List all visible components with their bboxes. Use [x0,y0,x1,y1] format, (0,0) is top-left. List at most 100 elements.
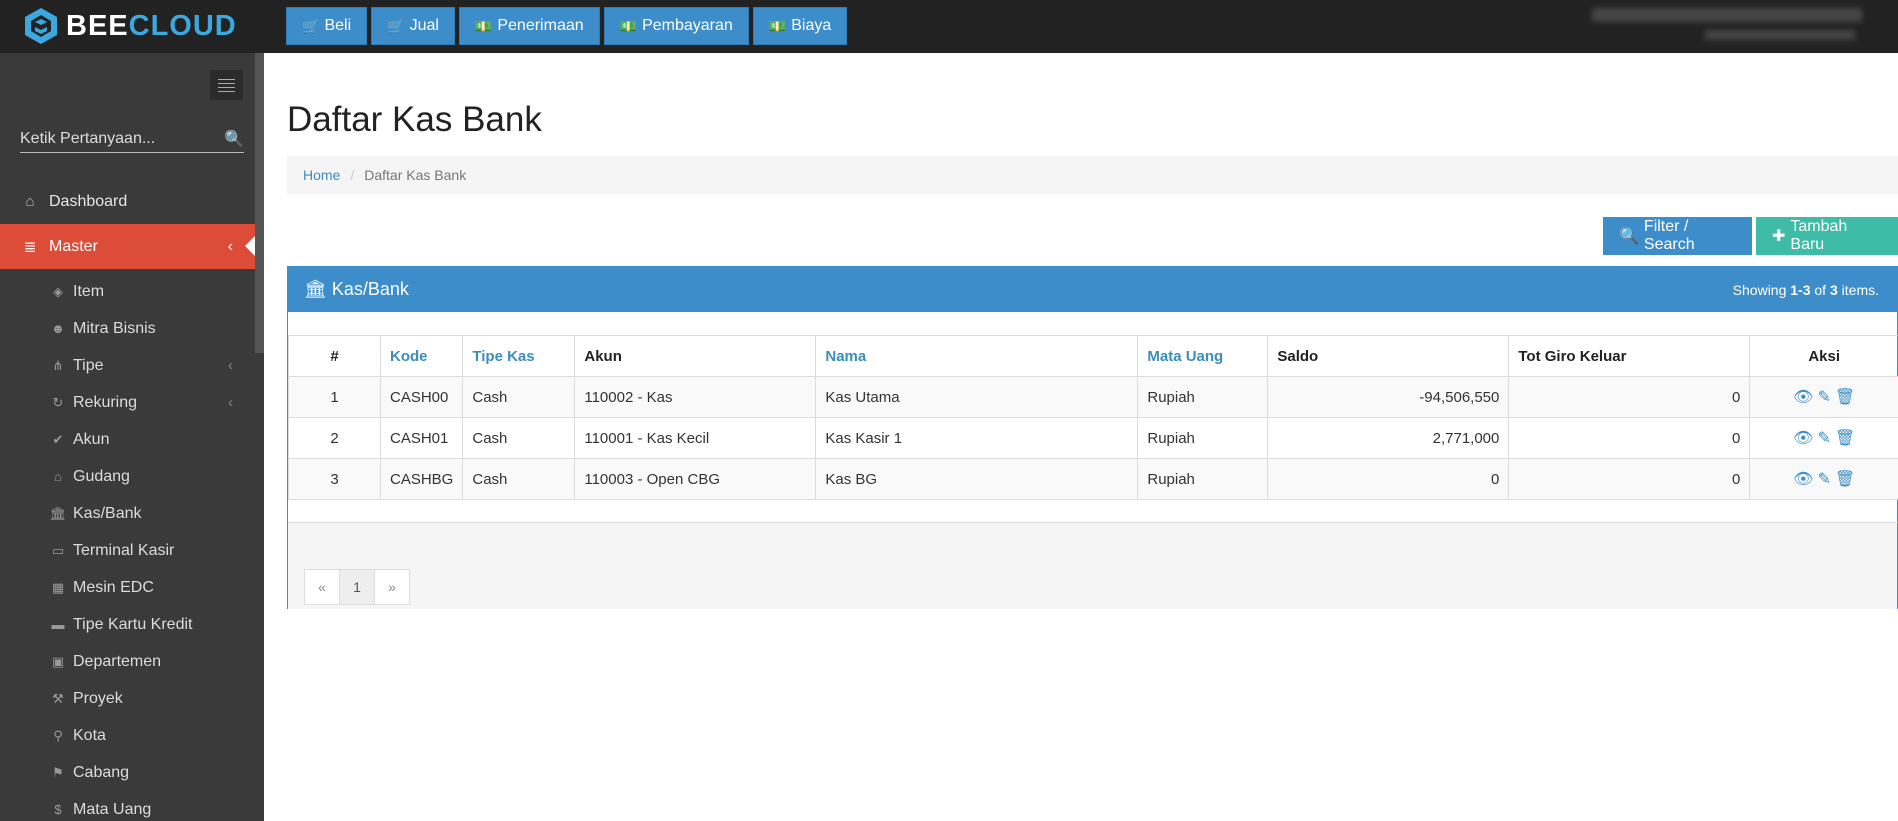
trash-icon[interactable]: 🗑 [1835,469,1855,489]
sidebar-toggle-button[interactable] [210,70,243,100]
cell-nama: Kas BG [815,458,1139,500]
cell-mata-uang: Rupiah [1137,417,1269,459]
col-header-mata-uang[interactable]: Mata Uang [1137,335,1269,377]
sidebar-menu: ⌂ Dashboard ≣ Master ‹ ◈ Item ☻ Mitra Bisn… [0,179,255,821]
sidebar-item-item[interactable]: ◈ Item [0,273,255,310]
sidebar-item-proyek[interactable]: ⚒ Proyek [0,680,255,717]
panel-title: 🏛 Kas/Bank [304,279,409,299]
map-marker-icon: ⚲ [53,727,63,743]
flag-icon: ⚑ [52,764,64,780]
nav-beli-button[interactable]: 🛒 Beli [286,7,368,45]
edit-icon[interactable]: ✎ [1817,428,1830,448]
credit-card-icon: ▬ [51,617,65,632]
cell-no: 2 [288,417,381,459]
kas-bank-panel: 🏛 Kas/Bank Showing 1-3 of 3 items. # Kod… [287,266,1898,609]
sidebar-item-mata-uang[interactable]: $ Mata Uang [0,791,255,821]
cell-aksi: 👁 ✎ 🗑 [1749,376,1898,418]
sidebar-item-gudang[interactable]: ⌂ Gudang [0,458,255,495]
panel-header: 🏛 Kas/Bank Showing 1-3 of 3 items. [288,267,1897,312]
cell-kode: CASHBG [379,458,464,500]
table-spacer [288,499,1898,523]
sidebar-item-departemen[interactable]: ▣ Departemen [0,643,255,680]
top-nav: 🛒 Beli 🛒 Jual 💵 Penerimaan 💵 Pembayaran 💵 Bia… [286,7,848,45]
cell-no: 3 [288,458,381,500]
trash-icon[interactable]: 🗑 [1835,387,1855,407]
cell-akun: 110001 - Kas Kecil [574,417,817,459]
nav-penerimaan-button[interactable]: 💵 Penerimaan [458,7,600,45]
sidebar-item-tipe[interactable]: ⋔ Tipe ‹ [0,347,255,384]
filter-search-button[interactable]: 🔍 Filter / Search [1603,217,1752,255]
sidebar-item-akun[interactable]: ✔ Akun [0,421,255,458]
edit-icon[interactable]: ✎ [1817,469,1830,489]
pagination-next[interactable]: » [374,569,410,605]
view-icon[interactable]: 👁 [1793,387,1813,407]
col-header-nama[interactable]: Nama [815,335,1139,377]
cell-akun: 110002 - Kas [574,376,817,418]
chevron-left-icon: ‹ [228,357,233,374]
desktop-icon: ▭ [51,542,65,558]
sidebar-item-terminal-kasir[interactable]: ▭ Terminal Kasir [0,532,255,569]
user-info-blurred[interactable] [1592,8,1862,22]
sidebar-item-rekuring[interactable]: ↻ Rekuring ‹ [0,384,255,421]
nav-pembayaran-button[interactable]: 💵 Pembayaran [603,7,749,45]
nav-biaya-button[interactable]: 💵 Biaya [752,7,848,45]
chevron-left-icon: ‹ [228,394,233,411]
sidebar-item-mesin-edc[interactable]: ▦ Mesin EDC [0,569,255,606]
edit-icon[interactable]: ✎ [1817,387,1830,407]
cell-tot-giro-keluar: 0 [1508,417,1751,459]
kas-bank-table: # Kode Tipe Kas Akun Nama Mata Uang Sald… [288,335,1898,500]
pagination-prev[interactable]: « [304,569,340,605]
panel-footer [288,523,1897,609]
users-icon: ☻ [51,321,65,336]
home-icon: ⌂ [25,193,35,210]
app-logo[interactable]: BEECLOUD [24,6,237,46]
chevron-left-icon: ‹ [227,237,233,255]
page-title: Daftar Kas Bank [287,100,542,139]
breadcrumb-separator: / [350,167,355,183]
breadcrumb: Home / Daftar Kas Bank [287,156,1898,194]
sidebar-item-kota[interactable]: ⚲ Kota [0,717,255,754]
sidebar-item-dashboard[interactable]: ⌂ Dashboard [0,179,255,224]
pagination-page-1[interactable]: 1 [339,569,375,605]
col-header-tipe-kas[interactable]: Tipe Kas [462,335,576,377]
trash-icon[interactable]: 🗑 [1835,428,1855,448]
cube-icon: ◈ [53,283,63,299]
sidebar-item-mitra-bisnis[interactable]: ☻ Mitra Bisnis [0,310,255,347]
table-row: 2 CASH01 Cash 110001 - Kas Kecil Kas Kas… [288,417,1898,459]
cell-kode: CASH00 [379,376,464,418]
sidebar-item-tipe-kartu-kredit[interactable]: ▬ Tipe Kartu Kredit [0,606,255,643]
breadcrumb-home-link[interactable]: Home [303,167,340,183]
nav-jual-button[interactable]: 🛒 Jual [371,7,455,45]
home-icon: ⌂ [54,469,62,484]
money-icon: 💵 [619,17,638,34]
view-icon[interactable]: 👁 [1793,428,1813,448]
sidebar-item-kas-bank[interactable]: 🏛 Kas/Bank [0,495,255,532]
cell-mata-uang: Rupiah [1137,376,1269,418]
cell-tipe-kas: Cash [462,417,576,459]
master-submenu: ◈ Item ☻ Mitra Bisnis ⋔ Tipe ‹ ↻ Rekuring ‹ ✔ A… [0,269,255,821]
sidebar-search-input[interactable] [20,129,210,148]
sidebar-item-cabang[interactable]: ⚑ Cabang [0,754,255,791]
money-icon: 💵 [474,17,493,34]
sitemap-icon: ⋔ [52,357,64,373]
cell-nama: Kas Utama [815,376,1139,418]
cell-nama: Kas Kasir 1 [815,417,1139,459]
plus-icon: ✚ [1772,228,1786,245]
cell-tipe-kas: Cash [462,376,576,418]
col-header-tot-giro-keluar: Tot Giro Keluar [1508,335,1751,377]
cell-no: 1 [288,376,381,418]
breadcrumb-current: Daftar Kas Bank [364,167,467,183]
tambah-baru-button[interactable]: ✚ Tambah Baru [1756,217,1898,255]
clipboard-icon: ▣ [51,653,65,669]
col-header-kode[interactable]: Kode [379,335,464,377]
pagination: « 1 » [304,569,410,605]
view-icon[interactable]: 👁 [1793,469,1813,489]
search-icon[interactable]: 🔍 [224,129,244,149]
user-info-blurred-2 [1705,30,1855,40]
sidebar-scrollbar[interactable] [255,53,264,353]
cart-icon: 🛒 [302,17,320,34]
sidebar-item-master[interactable]: ≣ Master ‹ [0,224,255,269]
col-header-saldo: Saldo [1267,335,1510,377]
cell-saldo: 0 [1267,458,1510,500]
dollar-icon: $ [54,802,62,817]
